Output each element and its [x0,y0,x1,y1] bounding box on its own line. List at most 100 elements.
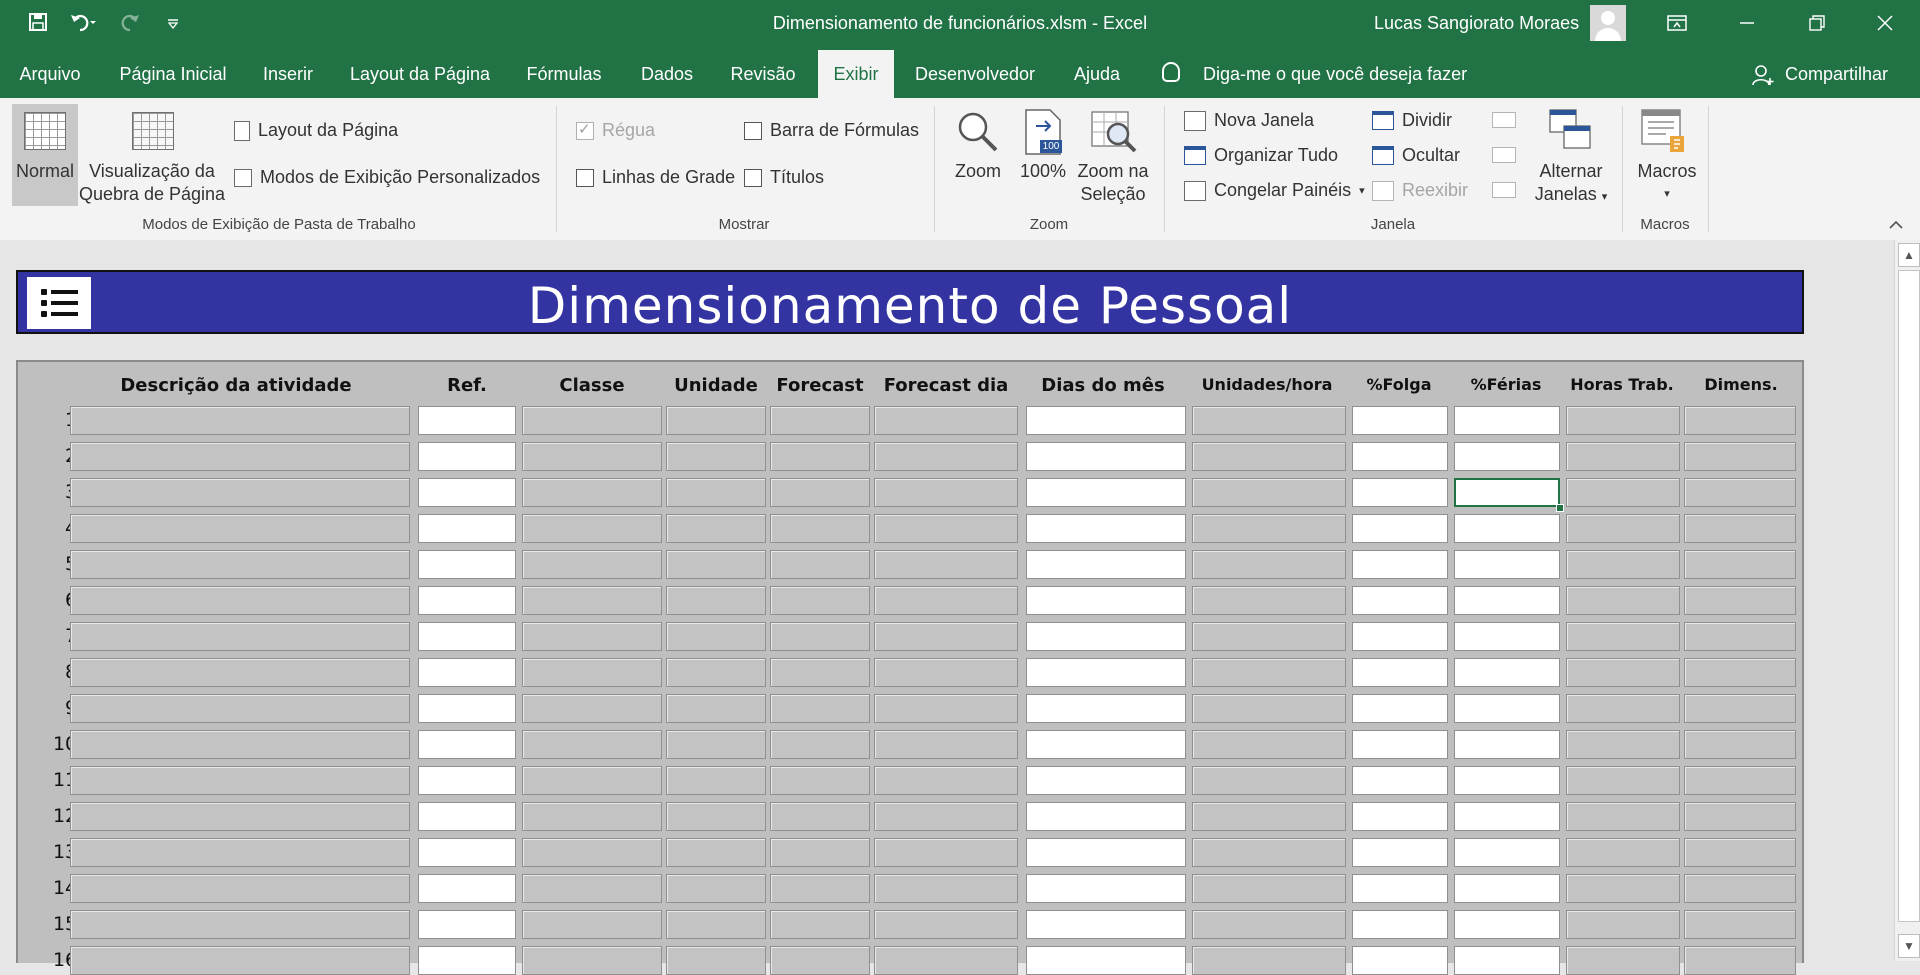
calculated-cell[interactable] [70,622,410,651]
calculated-cell[interactable] [874,550,1018,579]
scroll-up-icon[interactable]: ▲ [1898,243,1920,267]
tab-ajuda[interactable]: Ajuda [1060,50,1134,98]
input-cell[interactable] [1352,622,1448,651]
tab-pagina-inicial[interactable]: Página Inicial [112,50,234,98]
calculated-cell[interactable] [1684,586,1796,615]
input-cell[interactable] [1026,514,1186,543]
calculated-cell[interactable] [666,442,766,471]
input-cell[interactable] [418,910,516,939]
calculated-cell[interactable] [522,514,662,543]
input-cell[interactable] [1352,586,1448,615]
calculated-cell[interactable] [1192,586,1346,615]
calculated-cell[interactable] [770,622,870,651]
input-cell[interactable] [418,694,516,723]
calculated-cell[interactable] [522,586,662,615]
ruler-checkbox[interactable]: Régua [576,120,655,141]
calculated-cell[interactable] [1684,694,1796,723]
reset-window-position-icon[interactable] [1492,182,1516,198]
input-cell[interactable] [1352,874,1448,903]
calculated-cell[interactable] [1684,802,1796,831]
calculated-cell[interactable] [522,838,662,867]
calculated-cell[interactable] [70,766,410,795]
input-cell[interactable] [1454,586,1560,615]
calculated-cell[interactable] [666,766,766,795]
calculated-cell[interactable] [70,550,410,579]
calculated-cell[interactable] [1192,766,1346,795]
calculated-cell[interactable] [666,910,766,939]
calculated-cell[interactable] [874,658,1018,687]
calculated-cell[interactable] [1566,514,1680,543]
calculated-cell[interactable] [1566,550,1680,579]
calculated-cell[interactable] [666,694,766,723]
calculated-cell[interactable] [666,514,766,543]
tab-inserir[interactable]: Inserir [254,50,322,98]
calculated-cell[interactable] [1566,478,1680,507]
new-window-button[interactable]: Nova Janela [1184,110,1314,131]
calculated-cell[interactable] [1192,478,1346,507]
tab-layout-da-pagina[interactable]: Layout da Página [344,50,496,98]
input-cell[interactable] [1454,802,1560,831]
headings-checkbox[interactable]: Títulos [744,167,824,188]
input-cell[interactable] [1352,514,1448,543]
unhide-button[interactable]: Reexibir [1372,180,1468,201]
calculated-cell[interactable] [770,910,870,939]
calculated-cell[interactable] [874,442,1018,471]
input-cell[interactable] [1454,874,1560,903]
freeze-panes-button[interactable]: Congelar Painéis ▾ [1184,180,1365,201]
calculated-cell[interactable] [70,838,410,867]
input-cell[interactable] [1026,802,1186,831]
calculated-cell[interactable] [874,730,1018,759]
calculated-cell[interactable] [1566,622,1680,651]
calculated-cell[interactable] [874,694,1018,723]
calculated-cell[interactable] [1192,874,1346,903]
input-cell[interactable] [1454,658,1560,687]
calculated-cell[interactable] [666,622,766,651]
calculated-cell[interactable] [874,622,1018,651]
calculated-cell[interactable] [1192,514,1346,543]
calculated-cell[interactable] [1684,730,1796,759]
input-cell[interactable] [1454,622,1560,651]
calculated-cell[interactable] [1566,586,1680,615]
input-cell[interactable] [1026,694,1186,723]
calculated-cell[interactable] [770,730,870,759]
selected-cell[interactable] [1454,478,1560,507]
calculated-cell[interactable] [666,874,766,903]
input-cell[interactable] [418,550,516,579]
restore-icon[interactable] [1782,0,1852,46]
macros-button[interactable]: Macros ▾ [1628,160,1706,206]
input-cell[interactable] [1454,910,1560,939]
custom-views-button[interactable]: Modos de Exibição Personalizados [234,167,540,188]
input-cell[interactable] [1352,802,1448,831]
calculated-cell[interactable] [1566,766,1680,795]
calculated-cell[interactable] [666,478,766,507]
view-side-by-side-icon[interactable] [1492,112,1516,128]
calculated-cell[interactable] [70,442,410,471]
calculated-cell[interactable] [1566,658,1680,687]
input-cell[interactable] [1352,550,1448,579]
share-button[interactable]: Compartilhar [1785,50,1888,98]
input-cell[interactable] [1026,586,1186,615]
calculated-cell[interactable] [1192,550,1346,579]
zoom-button[interactable]: Zoom [946,160,1010,183]
calculated-cell[interactable] [770,514,870,543]
calculated-cell[interactable] [1684,910,1796,939]
input-cell[interactable] [1454,838,1560,867]
calculated-cell[interactable] [1192,442,1346,471]
calculated-cell[interactable] [770,586,870,615]
calculated-cell[interactable] [770,478,870,507]
fill-handle[interactable] [1556,504,1564,512]
input-cell[interactable] [1454,766,1560,795]
input-cell[interactable] [1026,478,1186,507]
calculated-cell[interactable] [1192,838,1346,867]
calculated-cell[interactable] [874,910,1018,939]
calculated-cell[interactable] [70,874,410,903]
save-icon[interactable] [28,12,48,38]
calculated-cell[interactable] [874,766,1018,795]
input-cell[interactable] [1026,838,1186,867]
calculated-cell[interactable] [1566,874,1680,903]
input-cell[interactable] [1026,442,1186,471]
calculated-cell[interactable] [770,658,870,687]
calculated-cell[interactable] [666,802,766,831]
calculated-cell[interactable] [1684,478,1796,507]
calculated-cell[interactable] [770,838,870,867]
